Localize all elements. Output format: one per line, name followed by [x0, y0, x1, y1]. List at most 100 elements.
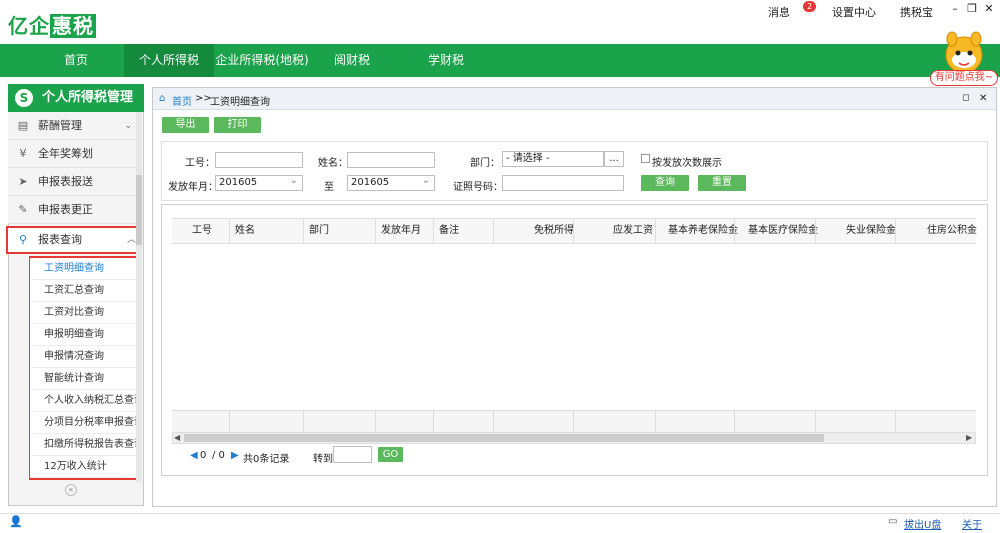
- subitem-salary-detail[interactable]: 工资明细查询: [30, 258, 140, 280]
- col-divider: [895, 218, 896, 244]
- col-remark[interactable]: 备注: [439, 218, 459, 244]
- col-medical[interactable]: 基本医疗保险金: [748, 218, 818, 244]
- emp-no-label: 工号：: [185, 158, 215, 169]
- col-divider: [655, 410, 656, 432]
- period-to-select[interactable]: 201605: [347, 174, 435, 191]
- sidebar-title-icon: S: [15, 89, 33, 107]
- edit-icon: ✎: [18, 203, 28, 216]
- subitem-income-tax-summary[interactable]: 个人收入纳税汇总查询: [30, 390, 140, 412]
- scroll-left-icon[interactable]: ◀: [174, 433, 180, 442]
- messages-link[interactable]: 消息: [768, 4, 790, 20]
- subitem-item-rate-declare[interactable]: 分项目分税率申报查询: [30, 412, 140, 434]
- col-unemployment[interactable]: 失业保险金: [846, 218, 896, 244]
- subitem-120k-income-stats[interactable]: 12万收入统计: [30, 456, 140, 478]
- message-count-badge: 2: [803, 1, 816, 12]
- col-divider: [734, 218, 735, 244]
- id-no-label: 证照号码：: [453, 182, 503, 193]
- query-button[interactable]: 查询: [641, 175, 689, 191]
- name-input[interactable]: [347, 152, 435, 168]
- col-divider: [815, 218, 816, 244]
- subitem-salary-summary[interactable]: 工资汇总查询: [30, 280, 140, 302]
- col-divider: [734, 410, 735, 432]
- nav-read-tax[interactable]: 阅财税: [312, 44, 392, 77]
- nav-personal-income-tax[interactable]: 个人所得税: [124, 44, 214, 77]
- maximize-panel-icon[interactable]: ◻: [962, 93, 969, 103]
- col-divider: [655, 218, 656, 244]
- sidebar-scroll-thumb[interactable]: [136, 175, 142, 245]
- nav-home[interactable]: 首页: [36, 44, 116, 77]
- nav-learn-tax[interactable]: 学财税: [406, 44, 486, 77]
- status-bar: [0, 513, 1000, 533]
- col-divider: [493, 218, 494, 244]
- col-gross-salary[interactable]: 应发工资: [613, 218, 653, 244]
- subitem-declare-status[interactable]: 申报情况查询: [30, 346, 140, 368]
- col-name[interactable]: 姓名: [235, 218, 255, 244]
- sidebar-scrollbar[interactable]: [136, 112, 142, 482]
- user-icon[interactable]: 👤: [9, 515, 23, 528]
- col-divider: [895, 410, 896, 432]
- minimize-icon[interactable]: –: [948, 2, 962, 16]
- close-panel-icon[interactable]: ✕: [979, 93, 987, 104]
- subitem-declare-detail[interactable]: 申报明细查询: [30, 324, 140, 346]
- scroll-right-icon[interactable]: ▶: [966, 433, 972, 442]
- record-count: 共0条记录: [243, 454, 290, 465]
- go-button[interactable]: GO: [378, 447, 403, 462]
- collapse-sidebar-icon[interactable]: «: [65, 484, 77, 496]
- grid-summary-row: [172, 410, 976, 432]
- restore-icon[interactable]: ❐: [965, 2, 979, 16]
- subitem-withholding-report[interactable]: 扣缴所得税报告表查询: [30, 434, 140, 456]
- col-period[interactable]: 发放年月: [381, 218, 421, 244]
- help-bubble[interactable]: 有问题点我~: [930, 70, 998, 86]
- search-icon: ⚲: [18, 233, 28, 246]
- export-button[interactable]: 导出: [162, 117, 209, 133]
- by-batch-label: 按发放次数展示: [652, 158, 722, 169]
- yen-icon: ¥: [19, 147, 27, 160]
- chevron-down-icon: ⌄: [124, 121, 132, 131]
- subitem-smart-stats[interactable]: 智能统计查询: [30, 368, 140, 390]
- by-batch-checkbox[interactable]: [641, 154, 650, 163]
- settings-center-link[interactable]: 设置中心: [832, 4, 876, 20]
- usb-icon: ▭: [888, 516, 898, 527]
- col-divider: [573, 410, 574, 432]
- print-button[interactable]: 打印: [214, 117, 261, 133]
- col-divider: [375, 218, 376, 244]
- current-page: 0: [200, 450, 207, 461]
- goto-page-input[interactable]: [333, 446, 372, 463]
- col-divider: [303, 218, 304, 244]
- col-divider: [433, 410, 434, 432]
- col-divider: [229, 410, 230, 432]
- breadcrumb-current: 工资明细查询: [210, 97, 270, 108]
- dept-browse-button[interactable]: ...: [604, 151, 624, 167]
- eject-usb-link[interactable]: 拔出U盘: [904, 516, 941, 531]
- col-dept[interactable]: 部门: [309, 218, 329, 244]
- total-pages: / 0: [212, 450, 225, 461]
- breadcrumb-home[interactable]: 首页: [172, 93, 192, 108]
- reset-button[interactable]: 重置: [698, 175, 746, 191]
- id-no-input[interactable]: [502, 175, 624, 191]
- send-icon: ➤: [18, 175, 28, 188]
- dept-select[interactable]: - 请选择 -: [502, 151, 604, 167]
- col-pension[interactable]: 基本养老保险金: [668, 218, 738, 244]
- close-icon[interactable]: ✕: [982, 2, 996, 16]
- app-logo: 亿企 惠税: [8, 14, 96, 38]
- col-housing-fund[interactable]: 住房公积金: [927, 218, 977, 244]
- grid-hscroll-thumb[interactable]: [184, 434, 824, 442]
- col-divider: [815, 410, 816, 432]
- col-tax-exempt[interactable]: 免税所得: [534, 218, 574, 244]
- next-page-icon[interactable]: ▶: [231, 450, 239, 461]
- search-form: [161, 141, 988, 201]
- home-icon[interactable]: ⌂: [159, 93, 165, 104]
- col-emp-no[interactable]: 工号: [192, 218, 212, 244]
- subitem-salary-compare[interactable]: 工资对比查询: [30, 302, 140, 324]
- name-label: 姓名：: [318, 158, 348, 169]
- about-link[interactable]: 关于: [962, 516, 982, 531]
- emp-no-input[interactable]: [215, 152, 303, 168]
- to-label: 至: [324, 182, 334, 193]
- period-label: 发放年月：: [168, 182, 218, 193]
- col-divider: [375, 410, 376, 432]
- period-from-select[interactable]: 201605: [215, 174, 303, 191]
- nav-corporate-income-tax[interactable]: 企业所得税(地税): [214, 44, 310, 77]
- prev-page-icon[interactable]: ◀: [190, 450, 198, 461]
- tax-assistant-link[interactable]: 携税宝: [900, 4, 933, 20]
- col-divider: [573, 218, 574, 244]
